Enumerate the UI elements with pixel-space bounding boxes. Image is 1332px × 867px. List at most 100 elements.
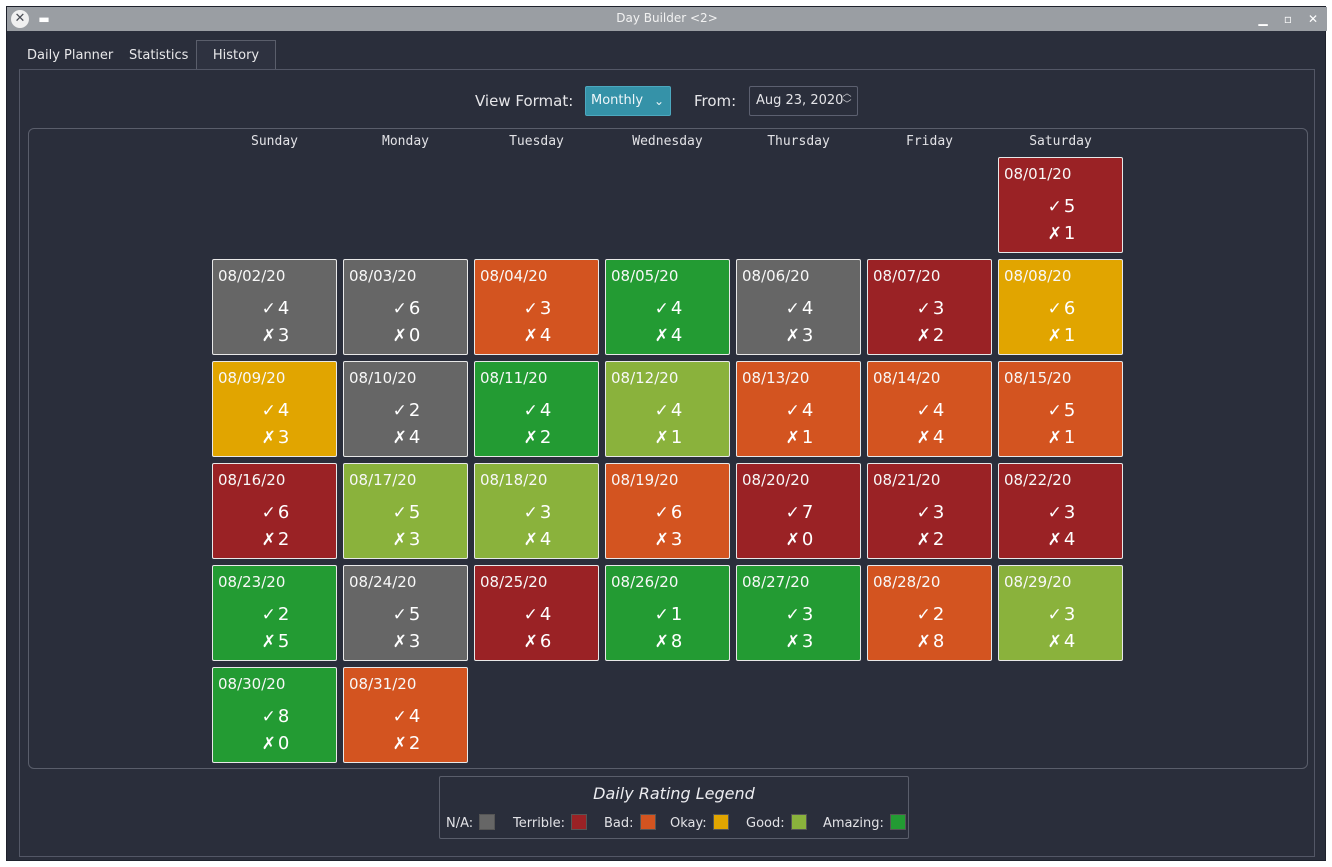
- day-date: 08/18/20: [480, 471, 548, 489]
- failed-count: ✗ 1: [1047, 427, 1076, 448]
- failed-count: ✗ 0: [785, 529, 814, 550]
- failed-count: ✗ 4: [916, 427, 945, 448]
- day-cell[interactable]: 08/14/20 ✓ 4 ✗ 4: [867, 361, 992, 457]
- check-icon: ✓: [1047, 401, 1062, 421]
- completed-count: ✓ 5: [1047, 400, 1076, 421]
- completed-count: ✓ 4: [261, 400, 290, 421]
- cross-icon: ✗: [261, 734, 276, 754]
- legend-item-okay: Okay:: [670, 814, 729, 831]
- cross-icon: ✗: [523, 530, 538, 550]
- day-cell[interactable]: 08/08/20 ✓ 6 ✗ 1: [998, 259, 1123, 355]
- day-date: 08/04/20: [480, 267, 548, 285]
- from-label: From:: [694, 92, 737, 110]
- tab-history[interactable]: History: [196, 40, 276, 70]
- check-icon: ✓: [261, 503, 276, 523]
- day-cell[interactable]: 08/17/20 ✓ 5 ✗ 3: [343, 463, 468, 559]
- day-cell[interactable]: 08/19/20 ✓ 6 ✗ 3: [605, 463, 730, 559]
- day-cell[interactable]: 08/18/20 ✓ 3 ✗ 4: [474, 463, 599, 559]
- spin-arrows-icon[interactable]: ︿ ﹀: [841, 89, 853, 111]
- check-icon: ✓: [392, 299, 407, 319]
- day-cell[interactable]: 08/20/20 ✓ 7 ✗ 0: [736, 463, 861, 559]
- cross-icon: ✗: [1047, 326, 1062, 346]
- day-cell[interactable]: 08/27/20 ✓ 3 ✗ 3: [736, 565, 861, 661]
- rating-legend: Daily Rating Legend N/A: Terrible: Bad: Oka…: [439, 776, 909, 839]
- day-cell[interactable]: 08/11/20 ✓ 4 ✗ 2: [474, 361, 599, 457]
- day-cell[interactable]: 08/23/20 ✓ 2 ✗ 5: [212, 565, 337, 661]
- completed-count: ✓ 4: [785, 298, 814, 319]
- title-bar[interactable]: ✕ ▬ Day Builder <2> ▁ ▫ ✕: [7, 7, 1327, 31]
- completed-count: ✓ 4: [654, 400, 683, 421]
- legend-label: Amazing:: [823, 816, 884, 831]
- completed-count: ✓ 3: [916, 502, 945, 523]
- failed-count: ✗ 3: [261, 325, 290, 346]
- check-icon: ✓: [916, 401, 931, 421]
- day-cell[interactable]: 08/16/20 ✓ 6 ✗ 2: [212, 463, 337, 559]
- day-cell[interactable]: 08/02/20 ✓ 4 ✗ 3: [212, 259, 337, 355]
- day-date: 08/08/20: [1004, 267, 1072, 285]
- day-cell[interactable]: 08/13/20 ✓ 4 ✗ 1: [736, 361, 861, 457]
- day-cell[interactable]: 08/04/20 ✓ 3 ✗ 4: [474, 259, 599, 355]
- check-icon: ✓: [1047, 503, 1062, 523]
- day-cell[interactable]: 08/21/20 ✓ 3 ✗ 2: [867, 463, 992, 559]
- view-format-value: Monthly: [591, 93, 644, 108]
- day-date: 08/28/20: [873, 573, 941, 591]
- completed-count: ✓ 6: [261, 502, 290, 523]
- close-icon[interactable]: ✕: [1304, 10, 1322, 28]
- cross-icon: ✗: [523, 632, 538, 652]
- day-cell[interactable]: 08/26/20 ✓ 1 ✗ 8: [605, 565, 730, 661]
- day-cell[interactable]: 08/10/20 ✓ 2 ✗ 4: [343, 361, 468, 457]
- completed-count: ✓ 3: [1047, 604, 1076, 625]
- cross-icon: ✗: [785, 428, 800, 448]
- from-date-input[interactable]: Aug 23, 2020 ︿ ﹀: [749, 86, 858, 116]
- day-cell[interactable]: 08/31/20 ✓ 4 ✗ 2: [343, 667, 468, 763]
- day-date: 08/17/20: [349, 471, 417, 489]
- legend-item-good: Good:: [746, 814, 807, 831]
- view-format-select[interactable]: Monthly ⌄: [585, 86, 671, 116]
- completed-count: ✓ 4: [785, 400, 814, 421]
- failed-count: ✗ 3: [392, 529, 421, 550]
- day-cell[interactable]: 08/24/20 ✓ 5 ✗ 3: [343, 565, 468, 661]
- cross-icon: ✗: [261, 428, 276, 448]
- check-icon: ✓: [1047, 299, 1062, 319]
- legend-title: Daily Rating Legend: [593, 784, 755, 803]
- legend-item-na: N/A:: [446, 814, 496, 831]
- cross-icon: ✗: [1047, 428, 1062, 448]
- day-cell[interactable]: 08/12/20 ✓ 4 ✗ 1: [605, 361, 730, 457]
- cross-icon: ✗: [392, 428, 407, 448]
- day-cell[interactable]: 08/25/20 ✓ 4 ✗ 6: [474, 565, 599, 661]
- check-icon: ✓: [654, 401, 669, 421]
- completed-count: ✓ 3: [916, 298, 945, 319]
- day-date: 08/30/20: [218, 675, 286, 693]
- day-date: 08/11/20: [480, 369, 548, 387]
- completed-count: ✓ 3: [785, 604, 814, 625]
- minimize-icon[interactable]: ▁: [1254, 10, 1272, 28]
- day-cell[interactable]: 08/22/20 ✓ 3 ✗ 4: [998, 463, 1123, 559]
- day-cell[interactable]: 08/01/20 ✓ 5 ✗ 1: [998, 157, 1123, 253]
- check-icon: ✓: [916, 605, 931, 625]
- day-cell[interactable]: 08/29/20 ✓ 3 ✗ 4: [998, 565, 1123, 661]
- cross-icon: ✗: [261, 632, 276, 652]
- day-cell[interactable]: 08/06/20 ✓ 4 ✗ 3: [736, 259, 861, 355]
- day-date: 08/12/20: [611, 369, 679, 387]
- failed-count: ✗ 4: [1047, 529, 1076, 550]
- tab-statistics[interactable]: Statistics: [121, 42, 196, 70]
- legend-label: Good:: [746, 816, 785, 831]
- check-icon: ✓: [392, 401, 407, 421]
- day-cell[interactable]: 08/05/20 ✓ 4 ✗ 4: [605, 259, 730, 355]
- day-date: 08/22/20: [1004, 471, 1072, 489]
- day-cell[interactable]: 08/09/20 ✓ 4 ✗ 3: [212, 361, 337, 457]
- legend-label: N/A:: [446, 816, 474, 831]
- day-cell[interactable]: 08/03/20 ✓ 6 ✗ 0: [343, 259, 468, 355]
- day-date: 08/13/20: [742, 369, 810, 387]
- check-icon: ✓: [392, 605, 407, 625]
- cross-icon: ✗: [654, 632, 669, 652]
- tab-daily-planner[interactable]: Daily Planner: [19, 42, 121, 70]
- check-icon: ✓: [523, 503, 538, 523]
- day-cell[interactable]: 08/07/20 ✓ 3 ✗ 2: [867, 259, 992, 355]
- day-cell[interactable]: 08/15/20 ✓ 5 ✗ 1: [998, 361, 1123, 457]
- cross-icon: ✗: [1047, 224, 1062, 244]
- day-cell[interactable]: 08/30/20 ✓ 8 ✗ 0: [212, 667, 337, 763]
- legend-swatch: [712, 814, 729, 830]
- maximize-icon[interactable]: ▫: [1279, 10, 1297, 28]
- day-cell[interactable]: 08/28/20 ✓ 2 ✗ 8: [867, 565, 992, 661]
